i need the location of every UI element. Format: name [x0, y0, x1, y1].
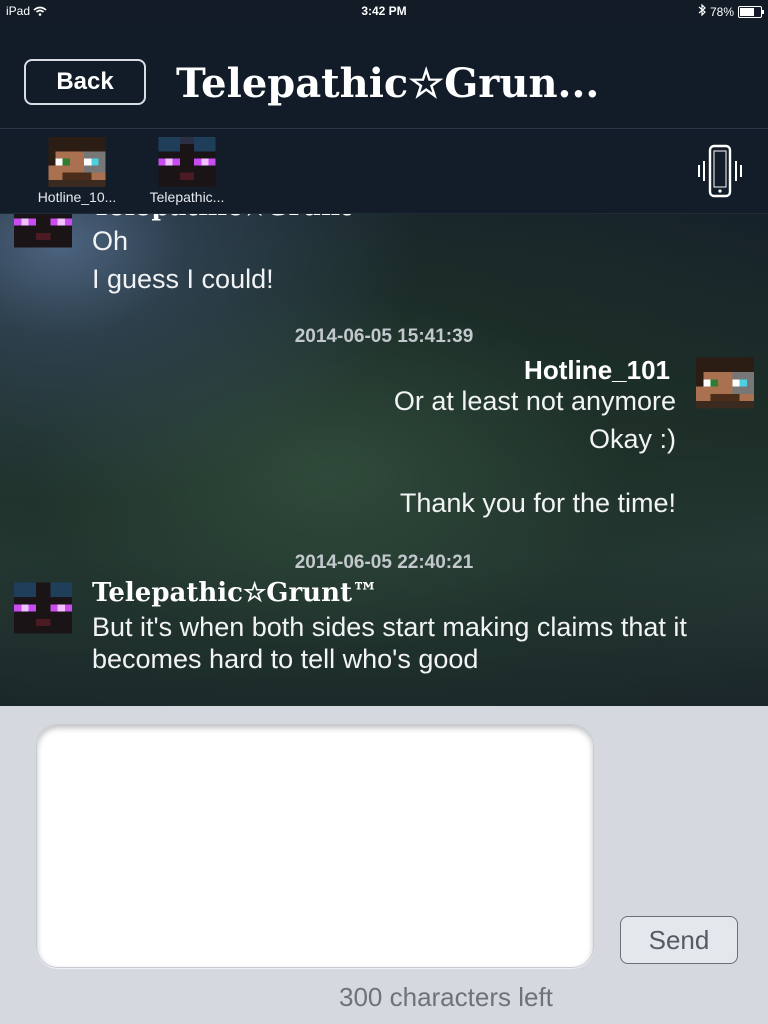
timestamp: 2014-06-05 15:41:39 [294, 326, 474, 347]
participant-hotline[interactable]: Hotline_10... [27, 137, 127, 205]
nav-bar: Back Telepathic☆Grun... [0, 22, 768, 129]
player-avatar-telepathic-icon [158, 137, 216, 187]
status-bar: iPad 3:42 PM 78% [0, 0, 768, 22]
message-input[interactable] [36, 724, 594, 968]
telepathic-avatar-icon [14, 214, 72, 248]
battery-percent: 78% [709, 4, 734, 19]
back-button[interactable]: Back [24, 59, 146, 105]
message-text: Thank you for the time! [399, 488, 676, 518]
message-text: Okay :) [588, 424, 676, 454]
participant-label: Telepathic... [149, 189, 225, 205]
timestamp: 2014-06-05 22:40:21 [294, 552, 474, 573]
telepathic-avatar-icon [14, 582, 72, 634]
message-text: becomes hard to tell who's good [92, 644, 479, 674]
battery-icon [738, 5, 764, 18]
message-composer: Send 300 characters left [0, 706, 768, 1024]
message-text: Oh [92, 226, 129, 256]
conversation-title: Telepathic☆Grun... [176, 60, 600, 107]
player-avatar-hotline-icon [48, 137, 106, 187]
vibrate-phone-icon[interactable] [692, 143, 748, 199]
status-time: 3:42 PM [361, 4, 407, 18]
message-sender: Hotline_101 [524, 355, 670, 385]
participant-label: Hotline_10... [37, 189, 117, 205]
participant-telepathic[interactable]: Telepathic... [137, 137, 237, 205]
chat-transcript[interactable]: Telepathic☆Grunt Oh I guess I could! 201… [0, 214, 768, 706]
message-sender: Telepathic☆Grunt [92, 214, 352, 222]
message-text: But it's when both sides start making cl… [92, 612, 687, 642]
message-text: I guess I could! [92, 264, 274, 294]
send-button[interactable]: Send [620, 916, 738, 964]
participants-bar: Hotline_10... Telepathic... [0, 129, 768, 214]
hotline-avatar-icon [696, 357, 754, 409]
message-text: Or at least not anymore [393, 386, 676, 416]
characters-left: 300 characters left [339, 982, 553, 1012]
status-right: 78% [698, 3, 764, 19]
message-sender: Telepathic☆Grunt™ [92, 578, 378, 608]
bluetooth-icon [698, 3, 706, 19]
